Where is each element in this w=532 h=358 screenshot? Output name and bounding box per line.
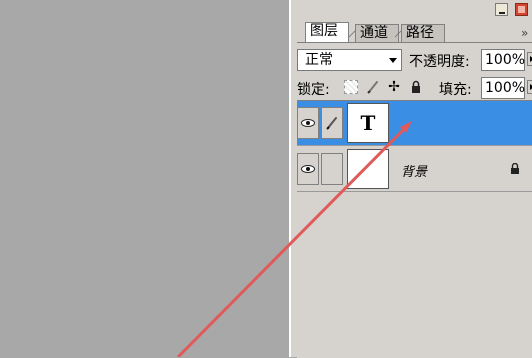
blend-row: 正常 不透明度: 100% [297, 48, 532, 72]
opacity-input[interactable]: 100% [481, 49, 525, 71]
edit-toggle[interactable] [321, 153, 343, 185]
document-canvas[interactable] [0, 0, 289, 357]
tab-paths[interactable]: 路径 [401, 24, 445, 42]
blend-mode-value: 正常 [305, 52, 333, 68]
fill-input[interactable]: 100% [481, 77, 525, 99]
minimize-icon[interactable] [495, 3, 508, 16]
opacity-label: 不透明度: [409, 54, 470, 70]
transparency-lock-icon[interactable] [344, 80, 358, 94]
layer-row-background[interactable]: 背景 [297, 147, 532, 192]
panel-menu-button[interactable]: » [521, 26, 528, 40]
panel-tabs: 图层 通道 路径 [297, 20, 532, 43]
move-icon[interactable]: ✢ [387, 80, 401, 94]
lock-label: 锁定: [297, 82, 330, 98]
tab-channels[interactable]: 通道 [355, 24, 399, 42]
layer-row-text[interactable]: T [297, 101, 532, 146]
layers-panel: 图层 通道 路径 » 正常 不透明度: 100% 锁定: ✢ 填充: 100% [289, 0, 532, 358]
brush-icon[interactable] [366, 80, 380, 94]
text-layer-icon: T [360, 111, 376, 135]
opacity-slider-arrow-icon[interactable] [527, 52, 532, 66]
chevron-down-icon [389, 58, 397, 63]
layer-thumbnail[interactable]: T [347, 103, 389, 143]
brush-icon [326, 117, 337, 130]
layer-name[interactable]: 背景 [401, 161, 427, 180]
fill-slider-arrow-icon[interactable] [527, 80, 532, 94]
blend-mode-select[interactable]: 正常 [297, 49, 402, 71]
fill-label: 填充: [439, 82, 472, 98]
close-icon[interactable] [515, 3, 528, 16]
layer-thumbnail[interactable] [347, 149, 389, 189]
panel-titlebar [291, 0, 532, 20]
lock-icon [511, 163, 519, 174]
tab-layers[interactable]: 图层 [305, 22, 349, 43]
eye-icon [301, 119, 315, 127]
lock-icon[interactable] [409, 80, 423, 94]
layers-list: T 背景 [297, 100, 532, 358]
lock-row: 锁定: ✢ 填充: 100% [297, 75, 532, 99]
edit-toggle[interactable] [321, 107, 343, 139]
eye-icon [301, 165, 315, 173]
visibility-toggle[interactable] [297, 153, 319, 185]
visibility-toggle[interactable] [297, 107, 319, 139]
tab-underline [297, 42, 532, 43]
